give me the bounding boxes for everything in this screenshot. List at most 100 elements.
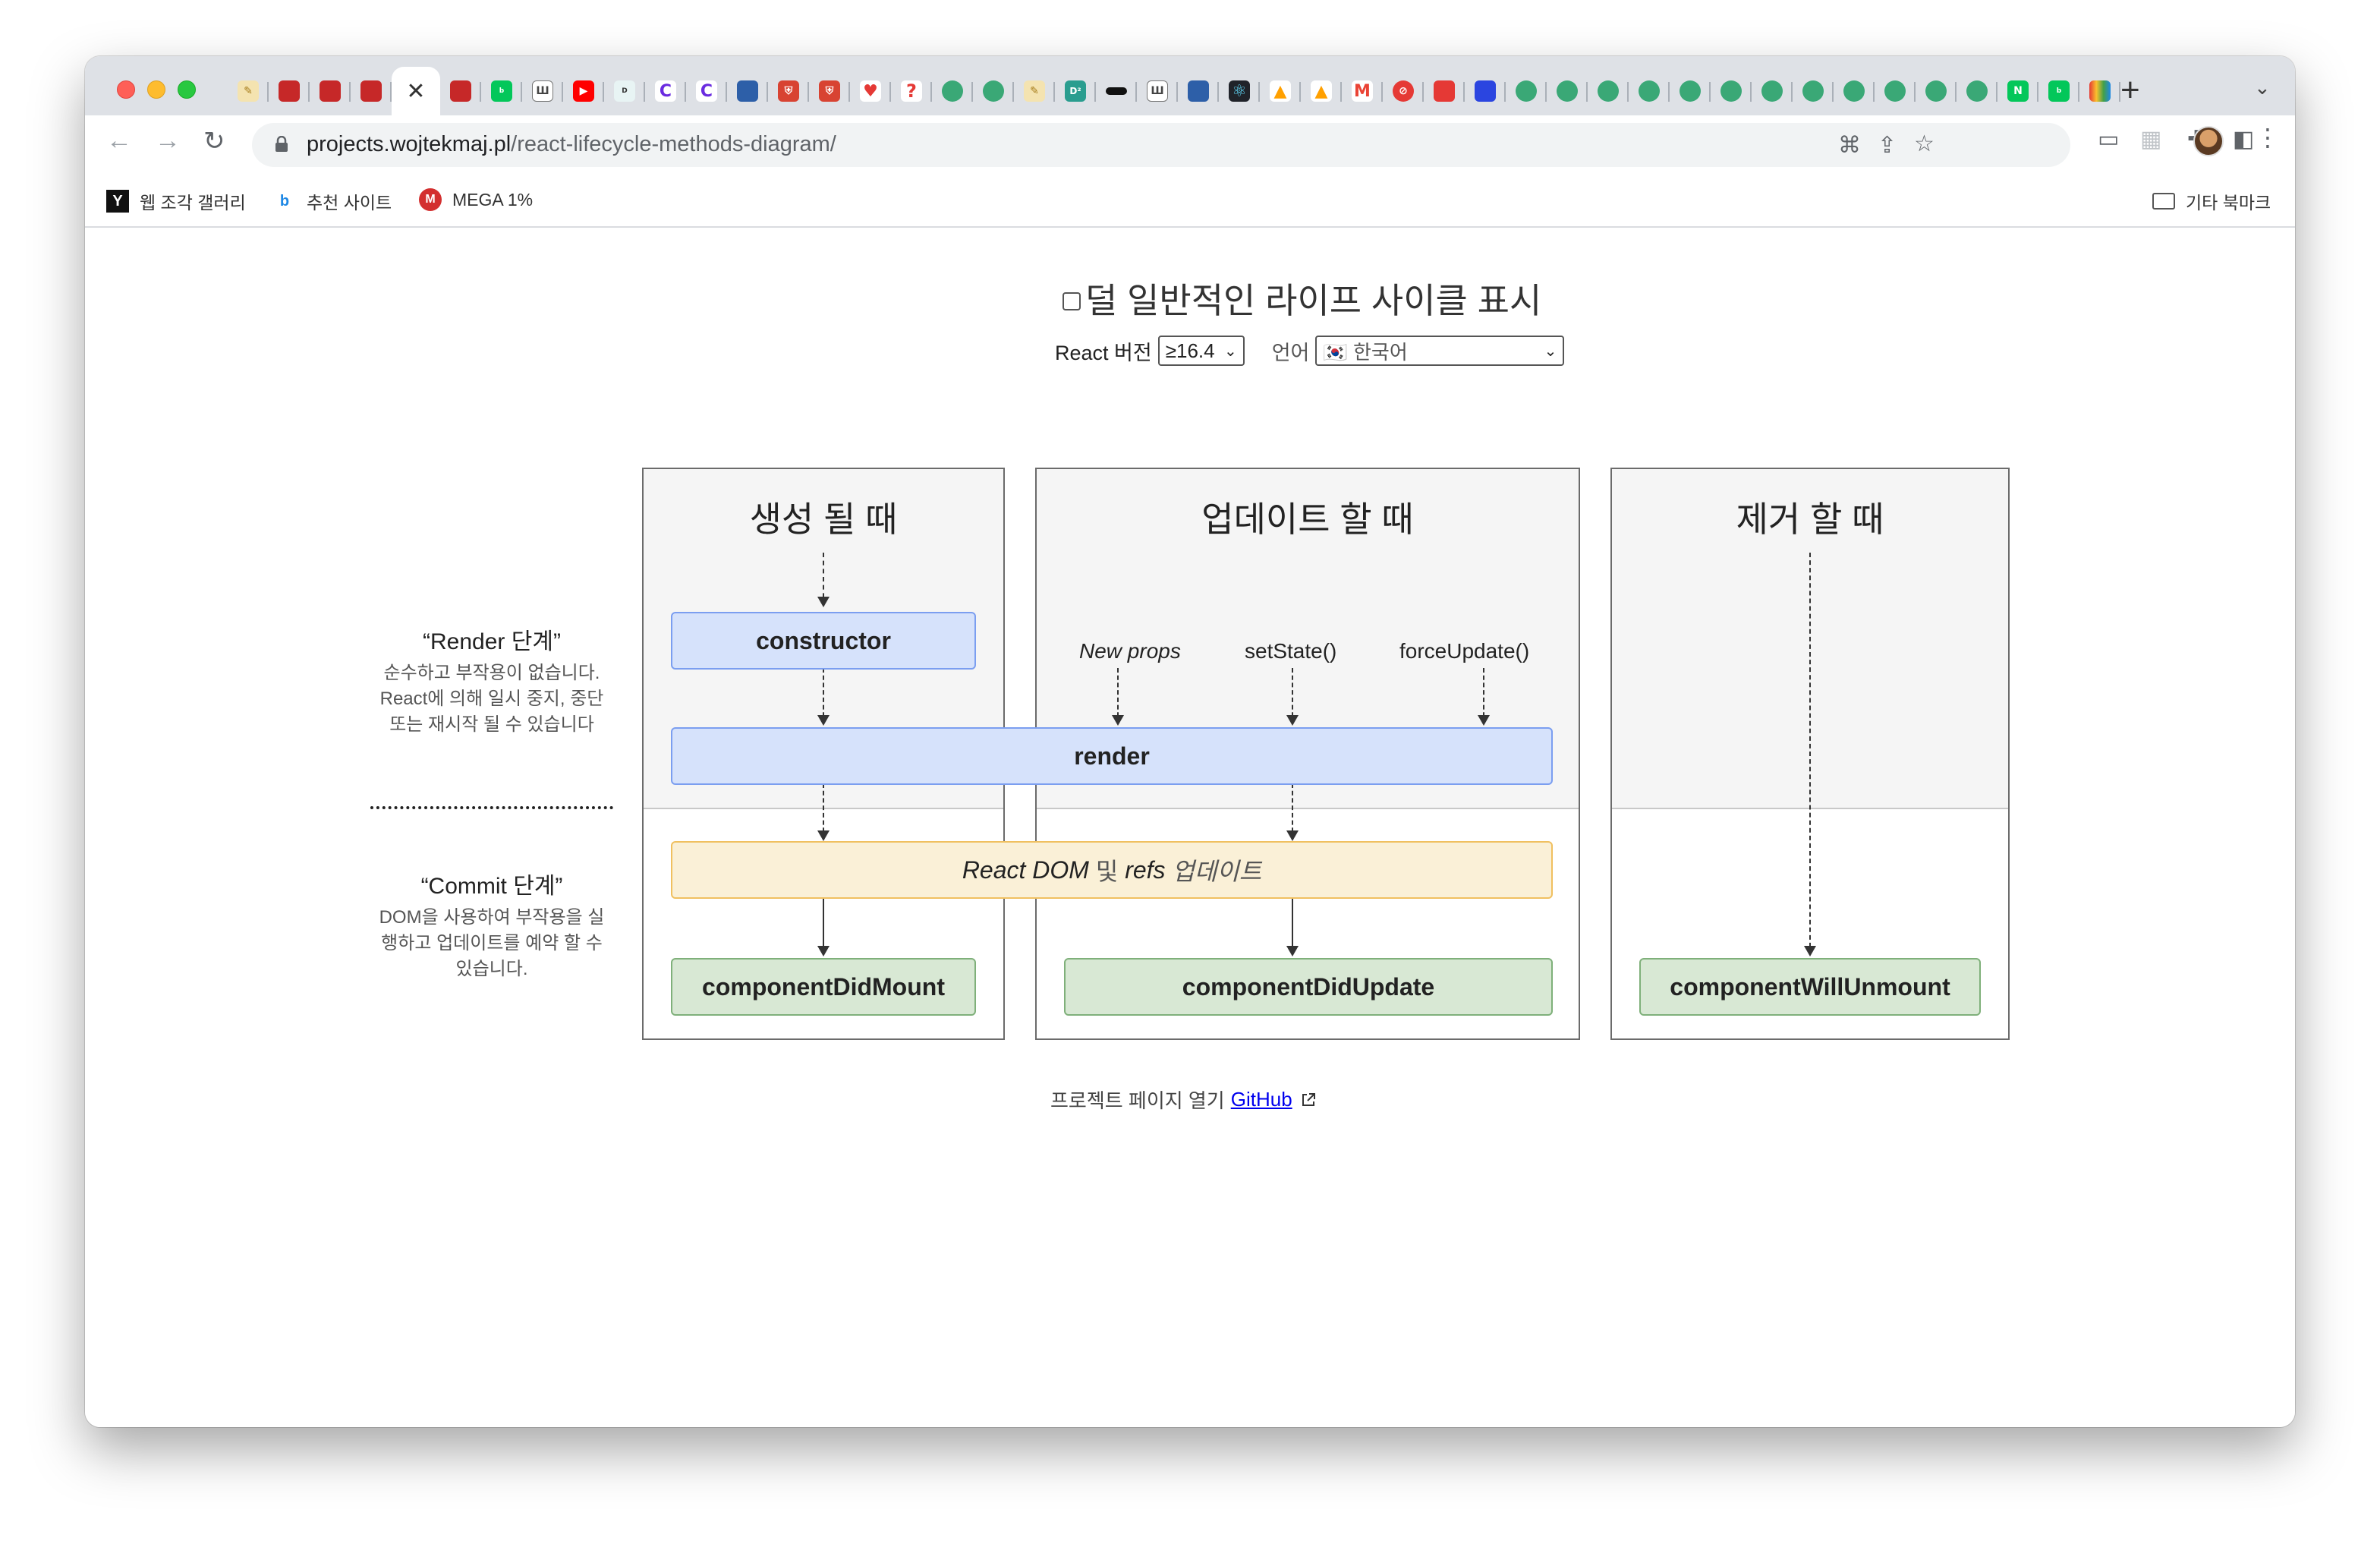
tab-dot-9[interactable]: [1752, 67, 1793, 115]
tab-notes[interactable]: ✎: [228, 67, 269, 115]
back-arrow-icon[interactable]: ←: [106, 126, 132, 156]
tab-dot-12[interactable]: [1875, 67, 1916, 115]
tab-dot-10[interactable]: [1793, 67, 1834, 115]
tab-help[interactable]: ?: [891, 67, 932, 115]
tab-c-2[interactable]: C: [686, 67, 727, 115]
language-label: 언어: [1271, 341, 1310, 364]
arrow-setstate-to-render: [1286, 668, 1299, 726]
tab-dalle[interactable]: D: [604, 67, 645, 115]
green-logo-icon: [1884, 80, 1906, 102]
tab-reader[interactable]: Ш: [522, 67, 563, 115]
arrow-render-to-dom-update: [1286, 783, 1299, 841]
minimize-window-button[interactable]: [147, 80, 165, 99]
tab-youtube[interactable]: ▶: [563, 67, 604, 115]
tab-dot-1[interactable]: [932, 67, 973, 115]
tab-dot-4[interactable]: [1547, 67, 1588, 115]
language-select[interactable]: 🇰🇷 한국어 ⌄: [1315, 336, 1565, 366]
render-box[interactable]: render: [671, 727, 1553, 785]
tab-rainbow[interactable]: [2079, 67, 2120, 115]
tab-dot-5[interactable]: [1588, 67, 1629, 115]
tab-dot-14[interactable]: [1957, 67, 1998, 115]
tab-dot-2[interactable]: [973, 67, 1014, 115]
tab-book-4[interactable]: [440, 67, 481, 115]
tab-close-icon[interactable]: ✕: [406, 78, 425, 105]
tab-red-badge[interactable]: [1424, 67, 1465, 115]
tab-firebase-2[interactable]: ▲: [1301, 67, 1342, 115]
url-path: /react-lifecycle-methods-diagram/: [511, 132, 836, 156]
tab-blog-2[interactable]: b: [2038, 67, 2079, 115]
address-bar[interactable]: projects.wojtekmaj.pl/react-lifecycle-me…: [252, 123, 2070, 167]
tab-dot-8[interactable]: [1711, 67, 1752, 115]
componentwillunmount-box[interactable]: componentWillUnmount: [1639, 958, 1981, 1016]
tab-notes-2[interactable]: ✎: [1014, 67, 1055, 115]
less-common-checkbox[interactable]: [1062, 292, 1081, 310]
tab-list: ✎ ✕ b Ш ▶ D C C ⛨ ⛨ ♥ ? ✎ D² Ш ⚛ ▲ ▲ M ⊘…: [228, 67, 2120, 115]
react-version-select[interactable]: ≥16.4 ⌄: [1157, 336, 1245, 366]
tab-d2[interactable]: D²: [1055, 67, 1096, 115]
browser-window: ✎ ✕ b Ш ▶ D C C ⛨ ⛨ ♥ ? ✎ D² Ш ⚛ ▲ ▲ M ⊘…: [85, 56, 2295, 1427]
other-bookmarks[interactable]: 기타 북마크: [2152, 188, 2271, 214]
forward-arrow-icon[interactable]: →: [155, 126, 181, 156]
tab-c-1[interactable]: C: [645, 67, 686, 115]
bookmark-web-clip[interactable]: Y 웹 조각 갤러리: [106, 188, 246, 214]
arrow-constructor-to-render: [817, 668, 830, 726]
bookmark-star-icon[interactable]: ☆: [1914, 131, 1935, 157]
tab-dot-11[interactable]: [1834, 67, 1875, 115]
translate-icon[interactable]: ⌘: [1838, 132, 1861, 159]
tab-stripe[interactable]: [1096, 67, 1137, 115]
green-logo-icon: [1720, 80, 1742, 102]
tab-book-2[interactable]: [310, 67, 351, 115]
tab-book-1[interactable]: [269, 67, 310, 115]
tab-naver[interactable]: N: [1998, 67, 2038, 115]
red-badge-icon: [1434, 80, 1455, 102]
github-link[interactable]: GitHub: [1231, 1088, 1292, 1111]
reader-icon: Ш: [532, 80, 553, 102]
render-phase-title: “Render 단계”: [423, 629, 561, 654]
side-panel-icon[interactable]: ◧: [2233, 126, 2254, 153]
cast-icon[interactable]: ▭: [2098, 126, 2119, 153]
chevron-down-icon: ⌄: [1544, 342, 1557, 360]
book-icon: [279, 80, 300, 102]
bookmark-recommended[interactable]: b 추천 사이트: [273, 188, 392, 214]
tab-docs[interactable]: [727, 67, 768, 115]
less-common-lifecycles-toggle[interactable]: 덜 일반적인 라이프 사이클 표시: [1062, 273, 1541, 323]
browser-toolbar: ← → ↻ projects.wojtekmaj.pl/react-lifecy…: [85, 115, 2295, 175]
tab-shield-2[interactable]: ⛨: [809, 67, 850, 115]
tab-docs-2[interactable]: [1178, 67, 1219, 115]
more-menu-icon[interactable]: ⋮: [2256, 123, 2280, 152]
tab-reader-2[interactable]: Ш: [1137, 67, 1178, 115]
componentdidupdate-box[interactable]: componentDidUpdate: [1064, 958, 1553, 1016]
constructor-box[interactable]: constructor: [671, 612, 976, 670]
bookmark-mega[interactable]: M MEGA 1%: [419, 188, 533, 211]
tab-shield-1[interactable]: ⛨: [768, 67, 809, 115]
tab-stop[interactable]: ⊘: [1383, 67, 1424, 115]
language-value: 🇰🇷 한국어: [1323, 340, 1408, 364]
extension-icon[interactable]: ▦: [2140, 126, 2161, 153]
tab-gmail[interactable]: M: [1342, 67, 1383, 115]
tab-react[interactable]: ⚛: [1219, 67, 1260, 115]
tab-heart[interactable]: ♥: [850, 67, 891, 115]
tab-dot-13[interactable]: [1916, 67, 1957, 115]
bookmark-label: 추천 사이트: [307, 193, 392, 213]
tab-search-chevron-icon[interactable]: ⌄: [2254, 76, 2271, 99]
green-logo-icon: [1925, 80, 1947, 102]
tab-blog-1[interactable]: b: [481, 67, 522, 115]
reload-icon[interactable]: ↻: [203, 126, 225, 156]
tab-active-current[interactable]: ✕: [392, 67, 440, 115]
url-host: projects.wojtekmaj.pl: [307, 132, 512, 156]
close-window-button[interactable]: [117, 80, 135, 99]
tab-dot-6[interactable]: [1629, 67, 1670, 115]
other-bookmarks-label: 기타 북마크: [2186, 193, 2271, 213]
tab-dot-3[interactable]: [1506, 67, 1547, 115]
profile-avatar[interactable]: [2193, 126, 2224, 156]
tab-book-3[interactable]: [351, 67, 392, 115]
new-tab-button[interactable]: +: [2120, 71, 2140, 109]
tab-dot-7[interactable]: [1670, 67, 1711, 115]
share-icon[interactable]: ⇪: [1878, 132, 1897, 159]
tab-firebase-1[interactable]: ▲: [1260, 67, 1301, 115]
reader-icon: Ш: [1147, 80, 1168, 102]
firebase-icon: ▲: [1270, 80, 1291, 102]
componentdidmount-box[interactable]: componentDidMount: [671, 958, 976, 1016]
zoom-window-button[interactable]: [178, 80, 196, 99]
tab-blue-badge[interactable]: [1465, 67, 1506, 115]
